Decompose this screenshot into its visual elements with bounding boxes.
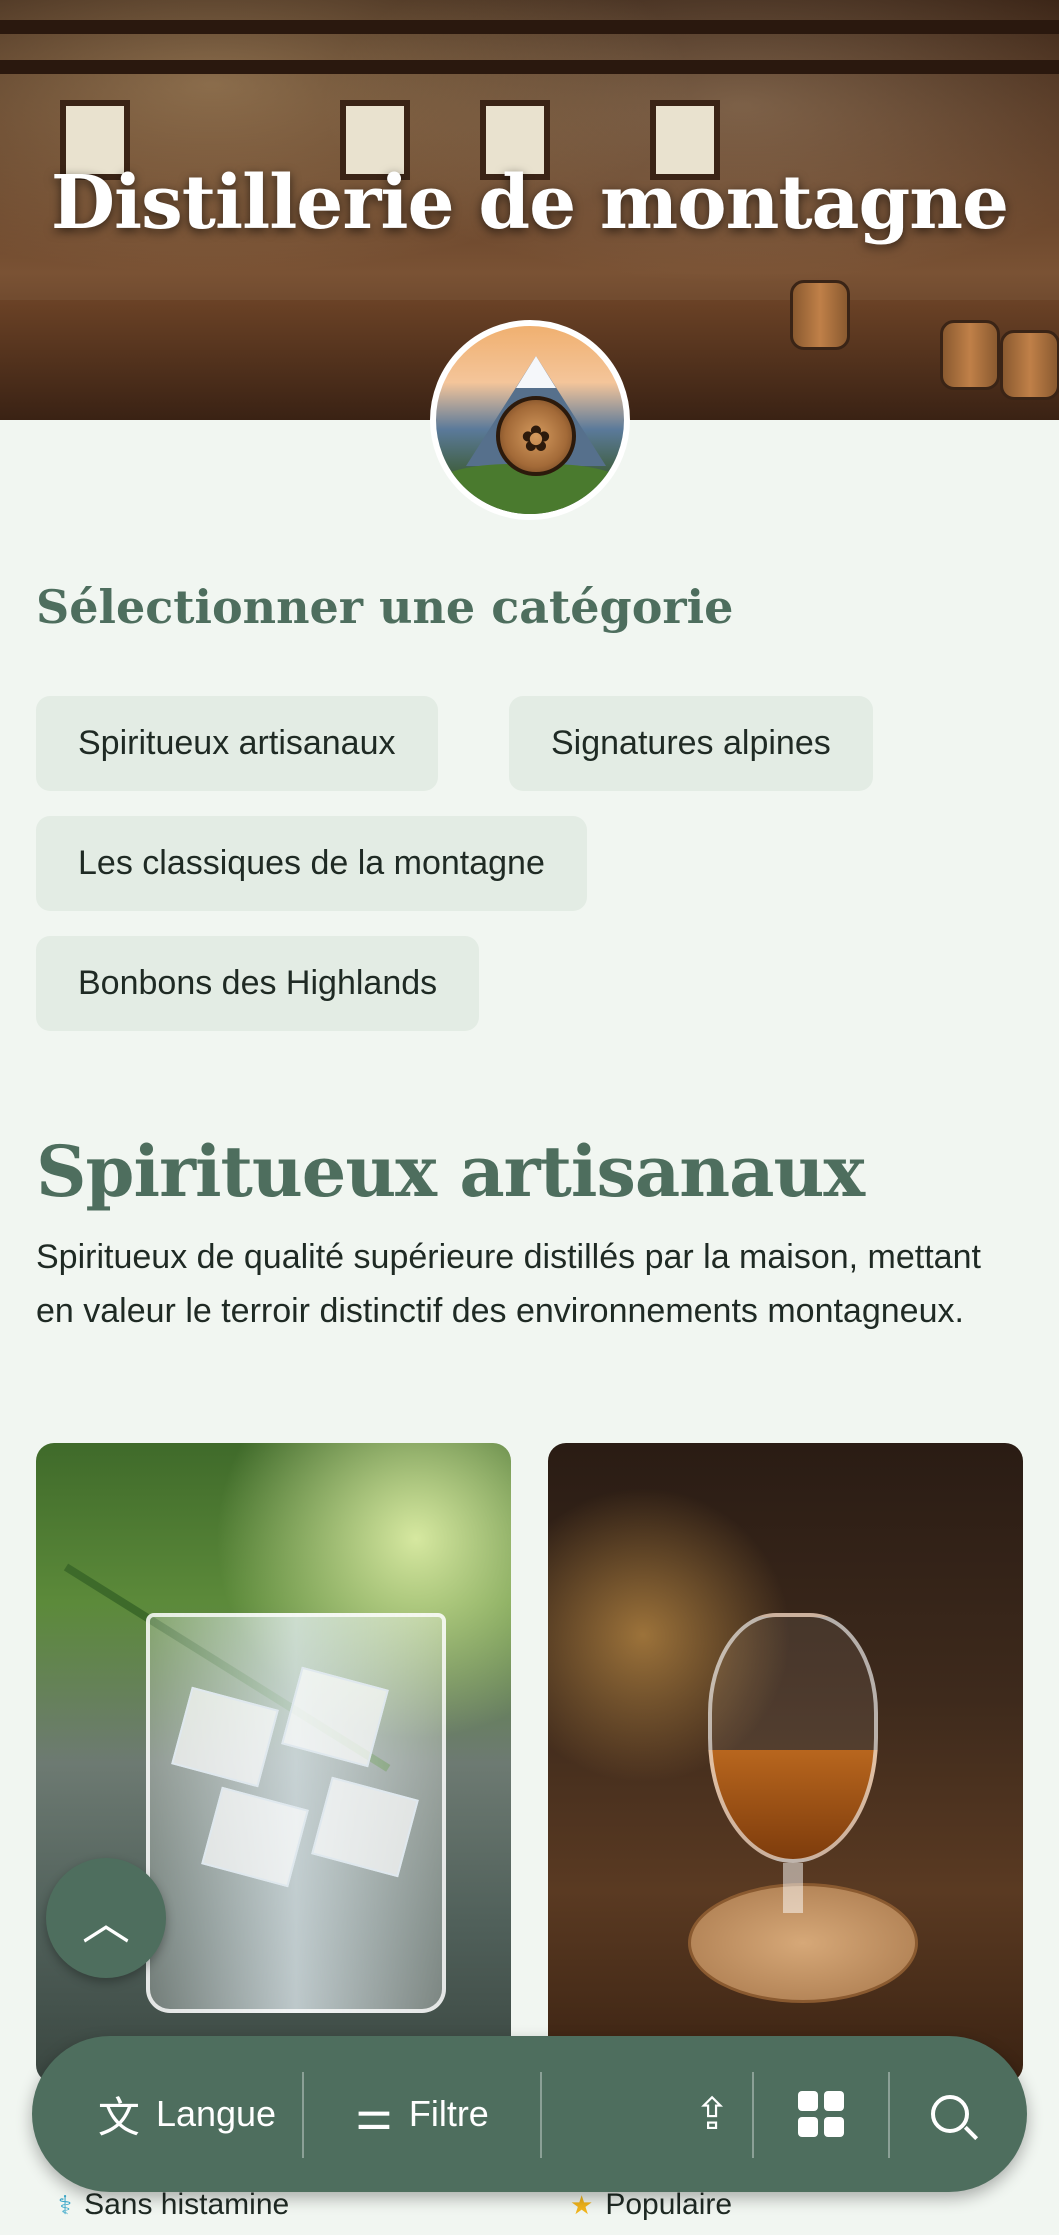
product-tag: ★ Populaire (570, 2188, 732, 2222)
search-icon (931, 2095, 969, 2133)
product-tag-label: Populaire (605, 2188, 733, 2221)
ceiling-beam (0, 60, 1059, 74)
page-title: Distillerie de montagne (50, 160, 1009, 246)
product-card-image[interactable] (548, 1443, 1023, 2083)
wooden-coaster (688, 1883, 918, 2003)
product-tag: ⚕ Sans histamine (58, 2188, 289, 2222)
barrel (790, 280, 850, 350)
section-description: Spiritueux de qualité supérieure distill… (36, 1238, 981, 1330)
product-card-image[interactable] (36, 1443, 511, 2083)
category-chip-spiritueux-artisanaux[interactable]: Spiritueux artisanaux (36, 696, 438, 791)
bottom-toolbar: 文 Langue ⚌ Filtre ⇪ (32, 2036, 1027, 2192)
glass-stem (783, 1863, 803, 1913)
search-button[interactable] (890, 2036, 1010, 2192)
star-icon: ★ (570, 2189, 594, 2220)
product-tag-label: Sans histamine (84, 2188, 290, 2221)
category-heading: Sélectionner une catégorie (36, 580, 734, 634)
language-button[interactable]: 文 Langue (72, 2036, 302, 2192)
histamine-icon: ⚕ (58, 2189, 73, 2220)
category-chip-signatures-alpines[interactable]: Signatures alpines (509, 696, 873, 791)
toolbar-divider (540, 2072, 542, 2158)
filter-label: Filtre (408, 2093, 489, 2134)
section-title: Spiritueux artisanaux (36, 1130, 865, 1213)
ice-cube (171, 1686, 279, 1788)
grid-view-button[interactable] (754, 2036, 888, 2192)
filter-button[interactable]: ⚌ Filtre (304, 2036, 540, 2192)
barrel-emblem-icon (496, 396, 576, 476)
ceiling-beam (0, 20, 1059, 34)
category-chip-bonbons-highlands[interactable]: Bonbons des Highlands (36, 936, 480, 1031)
gin-glass (146, 1613, 446, 2013)
ice-cube (281, 1666, 389, 1768)
translate-icon: 文 (97, 2093, 140, 2141)
language-label: Langue (155, 2093, 277, 2134)
category-chip-classiques-montagne[interactable]: Les classiques de la montagne (36, 816, 587, 911)
grid-icon (798, 2091, 844, 2137)
share-icon: ⇪ (693, 2089, 731, 2139)
ice-cube (311, 1776, 419, 1878)
distillery-logo (430, 320, 630, 520)
ice-cube (201, 1786, 309, 1888)
mountain-snow (516, 356, 556, 388)
barrel (1000, 330, 1059, 400)
scroll-to-top-button[interactable]: ︿ (46, 1858, 166, 1978)
filter-icon: ⚌ (355, 2090, 393, 2138)
barrel (940, 320, 1000, 390)
whisky-glass (708, 1613, 878, 1863)
chevron-up-icon: ︿ (81, 1897, 130, 1950)
